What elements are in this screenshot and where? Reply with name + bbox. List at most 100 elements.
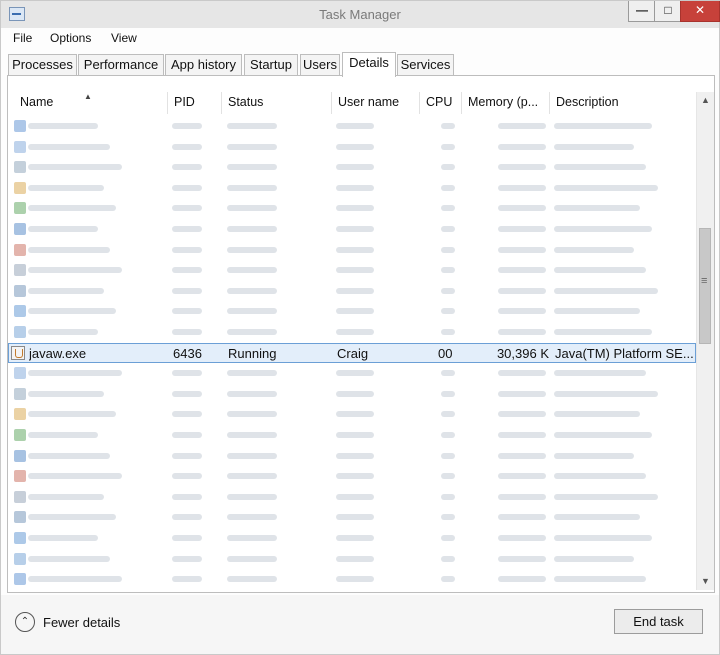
- end-task-button[interactable]: End task: [614, 609, 703, 634]
- scroll-down-arrow-icon[interactable]: ▼: [697, 573, 714, 590]
- blurred-cell: [172, 205, 202, 212]
- blurred-cell: [227, 184, 277, 191]
- process-row[interactable]: [8, 549, 696, 569]
- blurred-cell: [441, 287, 455, 294]
- blurred-cell: [172, 287, 202, 294]
- minimize-button[interactable]: —: [628, 1, 656, 22]
- scroll-up-arrow-icon[interactable]: ▲: [697, 92, 714, 109]
- blurred-cell: [172, 535, 202, 541]
- fewer-details-label[interactable]: Fewer details: [43, 615, 120, 630]
- column-header-pid[interactable]: PID: [168, 92, 222, 114]
- process-icon: [14, 264, 26, 277]
- tab-details[interactable]: Details: [342, 52, 396, 77]
- process-row[interactable]: [8, 240, 696, 260]
- process-description: Java(TM) Platform SE...: [555, 345, 694, 361]
- blurred-cell: [227, 576, 277, 583]
- close-button[interactable]: ✕: [680, 1, 720, 22]
- menu-view[interactable]: View: [111, 31, 137, 45]
- process-row[interactable]: [8, 198, 696, 218]
- tab-startup[interactable]: Startup: [244, 54, 298, 75]
- blurred-cell: [336, 308, 374, 315]
- tab-performance[interactable]: Performance: [78, 54, 164, 75]
- blurred-cell: [28, 452, 110, 459]
- process-row[interactable]: [8, 137, 696, 157]
- blurred-cell: [554, 143, 634, 150]
- process-row[interactable]: [8, 487, 696, 507]
- blurred-cell: [554, 535, 652, 541]
- process-row[interactable]: [8, 404, 696, 424]
- process-row[interactable]: [8, 219, 696, 239]
- blurred-cell: [441, 267, 455, 274]
- maximize-button[interactable]: □: [654, 1, 682, 22]
- blurred-cell: [498, 287, 546, 294]
- blurred-cell: [172, 452, 202, 459]
- blurred-cell: [498, 370, 546, 377]
- process-row[interactable]: [8, 528, 696, 548]
- tab-processes[interactable]: Processes: [8, 54, 77, 75]
- process-icon: [14, 470, 26, 483]
- tab-users[interactable]: Users: [300, 54, 340, 75]
- process-icon: [14, 490, 26, 503]
- process-row[interactable]: [8, 466, 696, 486]
- column-header-cpu[interactable]: CPU: [420, 92, 462, 114]
- scrollbar-thumb[interactable]: [699, 228, 711, 344]
- column-header-memory[interactable]: Memory (p...: [462, 92, 550, 114]
- blurred-cell: [554, 329, 652, 335]
- blurred-cell: [554, 390, 658, 397]
- blurred-cell: [336, 143, 374, 150]
- blurred-cell: [554, 555, 634, 562]
- process-row[interactable]: [8, 446, 696, 466]
- menu-options[interactable]: Options: [50, 31, 91, 45]
- process-icon: [14, 429, 26, 441]
- blurred-cell: [172, 390, 202, 397]
- blurred-cell: [498, 123, 546, 129]
- blurred-cell: [441, 473, 455, 480]
- tab-services[interactable]: Services: [397, 54, 454, 75]
- blurred-cell: [336, 535, 374, 541]
- process-icon: [14, 161, 26, 174]
- process-row[interactable]: [8, 116, 696, 136]
- blurred-cell: [498, 411, 546, 418]
- blurred-cell: [172, 308, 202, 315]
- blurred-cell: [441, 535, 455, 541]
- blurred-cell: [498, 184, 546, 191]
- blurred-cell: [227, 493, 277, 500]
- column-header-description[interactable]: Description: [550, 92, 696, 114]
- process-icon: [14, 181, 26, 194]
- process-row[interactable]: [8, 425, 696, 445]
- blurred-cell: [498, 493, 546, 500]
- blurred-cell: [227, 452, 277, 459]
- column-header-status[interactable]: Status: [222, 92, 332, 114]
- blurred-cell: [172, 576, 202, 583]
- blurred-cell: [227, 473, 277, 480]
- process-row[interactable]: [8, 301, 696, 321]
- process-row[interactable]: [8, 363, 696, 383]
- blurred-cell: [554, 576, 646, 583]
- blurred-cell: [441, 390, 455, 397]
- blurred-cell: [498, 164, 546, 171]
- blurred-cell: [227, 308, 277, 315]
- process-row[interactable]: [8, 260, 696, 280]
- blurred-cell: [336, 555, 374, 562]
- process-row[interactable]: [8, 322, 696, 342]
- blurred-cell: [172, 246, 202, 253]
- process-row[interactable]: [8, 281, 696, 301]
- blurred-cell: [441, 411, 455, 418]
- menu-file[interactable]: File: [13, 31, 32, 45]
- process-row[interactable]: [8, 507, 696, 527]
- process-row[interactable]: [8, 569, 696, 589]
- process-memory: 30,396 K: [496, 345, 549, 361]
- process-row-selected[interactable]: javaw.exe 6436 Running Craig 00 30,396 K…: [8, 342, 696, 363]
- blurred-cell: [172, 411, 202, 418]
- blurred-cell: [336, 329, 374, 335]
- column-header-user-name[interactable]: User name: [332, 92, 420, 114]
- process-row[interactable]: [8, 384, 696, 404]
- blurred-cell: [172, 555, 202, 562]
- process-row[interactable]: [8, 157, 696, 177]
- menu-bar: File Options View: [1, 28, 719, 49]
- process-row[interactable]: [8, 178, 696, 198]
- blurred-cell: [554, 184, 658, 191]
- vertical-scrollbar[interactable]: ▲ ▼: [696, 92, 714, 590]
- tab-app-history[interactable]: App history: [165, 54, 242, 75]
- chevron-up-icon[interactable]: ⌃: [15, 612, 35, 632]
